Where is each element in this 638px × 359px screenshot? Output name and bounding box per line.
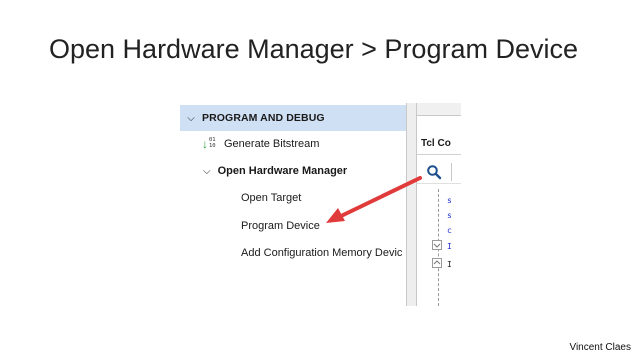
nav-item-add-configuration-memory-device[interactable]: Add Configuration Memory Devic (241, 246, 402, 260)
nav-item-program-device[interactable]: Program Device (241, 219, 320, 233)
nav-item-label: Open Target (241, 192, 302, 204)
nav-item-label: Add Configuration Memory Devic (241, 247, 403, 259)
console-top-bar (417, 103, 461, 116)
nav-item-label: Generate Bitstream (224, 138, 320, 150)
nav-item-open-target[interactable]: Open Target (241, 191, 301, 205)
section-program-and-debug[interactable]: ⌵ PROGRAM AND DEBUG (180, 105, 406, 131)
console-line: s (447, 196, 452, 205)
toolbar-separator (451, 163, 452, 181)
nav-item-generate-bitstream[interactable]: ↓ 01 10 Generate Bitstream (202, 137, 319, 151)
tcl-console-panel: Tcl Co s s c I I (417, 103, 461, 306)
chevron-down-icon[interactable]: ⌵ (203, 166, 211, 177)
vivado-screenshot: ⌵ PROGRAM AND DEBUG ↓ 01 10 Generate Bit… (180, 103, 461, 306)
console-line: I (447, 260, 452, 269)
console-toolbar (417, 161, 461, 184)
panel-splitter[interactable] (406, 103, 417, 306)
author-credit: Vincent Claes (569, 342, 631, 353)
nav-item-label: Open Hardware Manager (217, 165, 348, 177)
chevron-down-icon[interactable]: ⌵ (182, 113, 200, 124)
search-icon[interactable] (426, 164, 442, 180)
nav-item-open-hardware-manager[interactable]: ⌵ Open Hardware Manager (203, 164, 347, 178)
console-line: c (447, 226, 452, 235)
flow-navigator: ⌵ PROGRAM AND DEBUG ↓ 01 10 Generate Bit… (180, 103, 406, 306)
expand-icon[interactable] (432, 258, 442, 268)
collapse-icon[interactable] (432, 240, 442, 250)
slide-title: Open Hardware Manager > Program Device (49, 34, 578, 64)
section-header-label: PROGRAM AND DEBUG (202, 112, 325, 124)
nav-item-label: Program Device (241, 220, 320, 232)
console-line: I (447, 242, 452, 251)
generate-bitstream-icon: ↓ 01 10 (202, 137, 216, 151)
console-line: s (447, 211, 452, 220)
tab-tcl-console[interactable]: Tcl Co (417, 133, 461, 155)
